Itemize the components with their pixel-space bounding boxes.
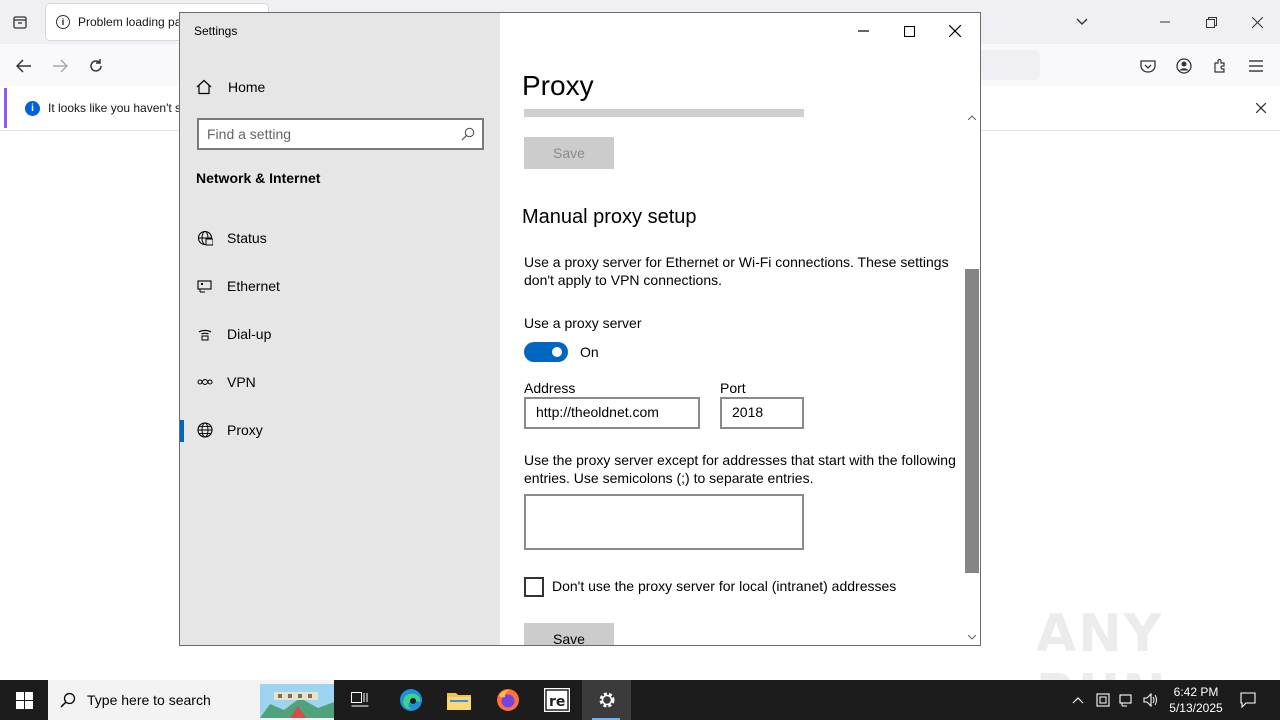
sidebar-item-label: Proxy bbox=[227, 422, 263, 438]
info-icon: i bbox=[56, 15, 70, 29]
nav-home-label: Home bbox=[228, 79, 266, 95]
sidebar-item-ethernet[interactable]: Ethernet bbox=[180, 266, 500, 306]
home-icon bbox=[196, 79, 214, 95]
toggle-state-label: On bbox=[580, 344, 599, 360]
task-view-icon[interactable] bbox=[336, 680, 384, 720]
sidebar-item-label: VPN bbox=[227, 374, 256, 390]
sidebar-item-label: Ethernet bbox=[227, 278, 280, 294]
firefox-icon[interactable] bbox=[484, 680, 532, 720]
settings-window: Settings Home Network & Internet Status bbox=[179, 12, 981, 646]
search-icon bbox=[461, 127, 475, 141]
globe-icon bbox=[196, 421, 214, 439]
close-icon[interactable] bbox=[932, 17, 978, 45]
globe-status-icon bbox=[196, 229, 214, 247]
browser-tab-title: Problem loading pa bbox=[78, 15, 182, 29]
nav-home[interactable]: Home bbox=[196, 76, 265, 98]
volume-icon[interactable] bbox=[1141, 680, 1161, 720]
save-button[interactable]: Save bbox=[524, 137, 614, 169]
manual-proxy-description: Use a proxy server for Ethernet or Wi-Fi… bbox=[524, 254, 949, 288]
url-bar[interactable] bbox=[980, 50, 1040, 80]
tray-chevron-icon[interactable] bbox=[1068, 680, 1088, 720]
browser-close-icon[interactable] bbox=[1243, 8, 1271, 36]
tab-list-icon[interactable] bbox=[8, 10, 32, 34]
address-label: Address bbox=[524, 380, 576, 396]
notification-text: It looks like you haven't st bbox=[48, 101, 185, 115]
network-icon[interactable] bbox=[1116, 680, 1138, 720]
sidebar-item-dialup[interactable]: Dial-up bbox=[180, 314, 500, 354]
sidebar-item-status[interactable]: Status bbox=[180, 218, 500, 258]
clock-date: 5/13/2025 bbox=[1169, 701, 1223, 715]
tray-device-icon[interactable] bbox=[1093, 680, 1113, 720]
tab-overflow-chevron-icon[interactable] bbox=[1068, 8, 1096, 36]
vpn-icon bbox=[196, 373, 214, 391]
search-input[interactable] bbox=[207, 125, 447, 143]
menu-hamburger-icon[interactable] bbox=[1242, 52, 1270, 80]
browser-restore-icon[interactable] bbox=[1197, 8, 1225, 36]
use-proxy-toggle[interactable] bbox=[524, 342, 568, 362]
settings-gear-icon[interactable] bbox=[582, 680, 631, 720]
dialup-icon bbox=[196, 325, 214, 343]
file-explorer-icon[interactable] bbox=[435, 680, 483, 720]
address-field[interactable] bbox=[524, 397, 700, 429]
settings-sidebar: Settings Home Network & Internet Status bbox=[180, 13, 500, 645]
port-input[interactable] bbox=[732, 404, 796, 420]
search-highlight-picture bbox=[260, 684, 334, 718]
reload-icon[interactable] bbox=[82, 52, 110, 80]
minimize-icon[interactable] bbox=[840, 17, 886, 45]
account-icon[interactable] bbox=[1170, 52, 1198, 80]
taskbar: Type here to search re 6:42 PM 5/13/2025 bbox=[0, 680, 1280, 720]
svg-text:re: re bbox=[549, 694, 565, 710]
extensions-icon[interactable] bbox=[1206, 52, 1234, 80]
system-clock[interactable]: 6:42 PM 5/13/2025 bbox=[1166, 684, 1226, 716]
local-bypass-label: Don't use the proxy server for local (in… bbox=[552, 578, 897, 594]
use-proxy-label: Use a proxy server bbox=[524, 315, 642, 331]
content-scrollbar[interactable] bbox=[964, 109, 980, 645]
save-button[interactable]: Save bbox=[524, 623, 614, 645]
sidebar-item-proxy[interactable]: Proxy bbox=[180, 410, 500, 450]
settings-content: Proxy Save Manual proxy setup Use a prox… bbox=[500, 13, 980, 645]
port-label: Port bbox=[720, 380, 746, 396]
window-title: Settings bbox=[194, 24, 238, 38]
browser-minimize-icon[interactable] bbox=[1151, 8, 1179, 36]
close-icon[interactable] bbox=[1251, 98, 1271, 118]
notification-center-icon[interactable] bbox=[1232, 680, 1264, 720]
port-field[interactable] bbox=[720, 397, 804, 429]
back-arrow-icon[interactable] bbox=[10, 52, 38, 80]
taskbar-search-placeholder: Type here to search bbox=[87, 692, 211, 708]
pocket-icon[interactable] bbox=[1134, 52, 1162, 80]
sidebar-item-vpn[interactable]: VPN bbox=[180, 362, 500, 402]
exceptions-textarea[interactable] bbox=[524, 494, 804, 550]
scroll-down-icon[interactable] bbox=[964, 629, 980, 645]
clock-time: 6:42 PM bbox=[1173, 685, 1219, 699]
toggle-knob bbox=[552, 347, 562, 357]
scroll-up-icon[interactable] bbox=[964, 109, 980, 125]
edge-browser-icon[interactable] bbox=[387, 680, 435, 720]
section-title: Network & Internet bbox=[196, 170, 321, 186]
search-icon bbox=[60, 692, 76, 713]
windows-start-icon[interactable] bbox=[0, 680, 48, 720]
ethernet-icon bbox=[196, 277, 214, 295]
regedit-app-icon[interactable]: re bbox=[533, 680, 581, 720]
local-bypass-checkbox[interactable] bbox=[524, 577, 544, 597]
forward-arrow-icon[interactable] bbox=[46, 52, 74, 80]
sidebar-item-label: Status bbox=[227, 230, 267, 246]
page-title: Proxy bbox=[522, 70, 594, 101]
exceptions-description: Use the proxy server except for addresse… bbox=[524, 452, 956, 486]
info-icon: i bbox=[25, 101, 40, 116]
maximize-icon[interactable] bbox=[886, 17, 932, 45]
address-input[interactable] bbox=[536, 404, 692, 420]
loading-placeholder-bar bbox=[524, 109, 804, 117]
manual-proxy-heading: Manual proxy setup bbox=[522, 206, 697, 228]
scroll-thumb[interactable] bbox=[965, 269, 979, 573]
taskbar-search[interactable]: Type here to search bbox=[48, 680, 334, 720]
sidebar-item-label: Dial-up bbox=[227, 326, 272, 342]
find-setting-search[interactable] bbox=[197, 118, 484, 150]
